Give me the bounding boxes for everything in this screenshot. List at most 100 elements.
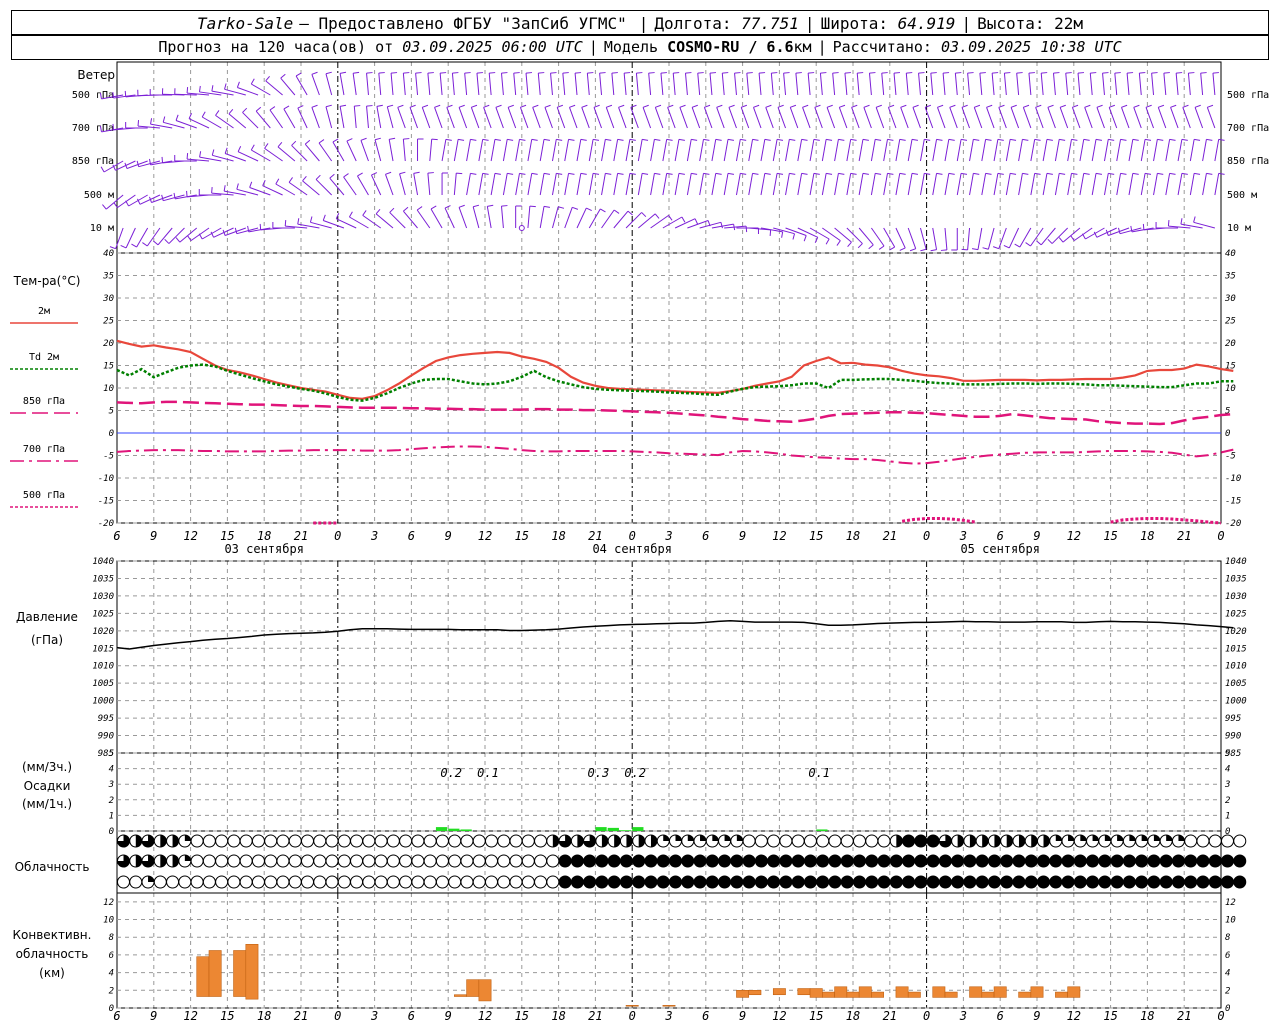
- wind-barb-flag: [974, 104, 981, 108]
- wind-barb-flag: [752, 138, 759, 141]
- time-tick-label: 21: [294, 529, 308, 543]
- wind-barb: [883, 227, 896, 248]
- convective-bar: [736, 990, 750, 998]
- cloud-symbol: [632, 854, 646, 868]
- wind-barb: [1206, 107, 1216, 129]
- time-tick-label: 21: [1177, 529, 1191, 543]
- wind-barb-flag: [971, 248, 979, 251]
- cloud-symbol: [399, 854, 413, 868]
- cloud-symbol: [497, 854, 511, 868]
- precip-bar: [632, 827, 644, 831]
- cloud-symbol: [583, 875, 597, 889]
- convective-bar: [871, 991, 884, 998]
- wind-barb-flag: [403, 72, 410, 74]
- wind-barb: [1177, 173, 1183, 196]
- cloud-symbol: [669, 875, 682, 889]
- cloud-symbol: [1073, 854, 1087, 868]
- cloud-symbol: [190, 854, 204, 868]
- time-tick-label: 12: [1067, 529, 1081, 543]
- wind-barb: [1079, 173, 1085, 196]
- time-tick-label: 6: [997, 1009, 1004, 1023]
- cloud-symbol: [399, 875, 413, 889]
- wind-barb-flag: [986, 104, 993, 108]
- wind-barb-flag: [1194, 172, 1201, 175]
- cloud-symbol: [816, 854, 830, 868]
- cloud-symbol-fill: [687, 835, 694, 841]
- time-tick-label: 6: [997, 529, 1004, 543]
- cloud-symbol: [791, 875, 805, 889]
- wind-barb: [1157, 107, 1167, 129]
- wind-barb-flag: [161, 156, 164, 163]
- cloud-symbol: [1159, 854, 1173, 868]
- y-tick-label: -10: [98, 474, 114, 484]
- y-tick-label: 4: [109, 969, 114, 979]
- wind-barb-flag: [311, 71, 318, 75]
- wind-barb: [760, 139, 766, 162]
- wind-barb: [944, 139, 950, 162]
- cloud-symbol: [386, 875, 400, 889]
- wind-barb-flag: [1182, 104, 1189, 108]
- time-tick-label: 18: [551, 1009, 565, 1023]
- cloud-symbol: [742, 834, 756, 848]
- wind-barb: [930, 73, 934, 96]
- convective-bar: [797, 988, 811, 996]
- wind-barb: [1145, 107, 1155, 129]
- cloud-symbol-fill: [1104, 835, 1111, 841]
- cloud-symbol: [1233, 875, 1247, 889]
- cloud-symbol: [877, 834, 891, 848]
- wind-barb: [277, 146, 296, 162]
- wind-barb: [838, 107, 848, 129]
- cloud-symbol: [337, 834, 351, 848]
- cloud-symbol: [350, 875, 364, 889]
- wind-barb: [325, 106, 333, 129]
- wind-barb-flag: [250, 78, 255, 85]
- wind-barb-flag: [920, 248, 927, 252]
- wind-barb-flag: [1194, 138, 1201, 141]
- wind-barb: [969, 139, 974, 162]
- wind-barb-flag: [617, 138, 624, 141]
- wind-barb: [488, 73, 492, 96]
- cloud-symbol: [1012, 875, 1026, 889]
- wind-barb-flag: [600, 208, 606, 213]
- wind-barb: [672, 73, 676, 96]
- convective-bar: [466, 979, 480, 997]
- wind-barb-flag: [568, 172, 575, 175]
- wind-barb-flag: [1127, 72, 1134, 74]
- wind-barb: [954, 73, 958, 96]
- wind-barb: [1028, 73, 1032, 96]
- cloud-symbol: [509, 834, 523, 848]
- wind-barb-flag: [1010, 104, 1017, 108]
- cloud-symbol: [865, 854, 879, 868]
- wind-barb-flag: [269, 106, 276, 111]
- cloud-symbol: [448, 834, 462, 848]
- cloud-symbol: [767, 834, 781, 848]
- wind-barb: [1022, 107, 1032, 129]
- cloud-symbol-fill: [148, 876, 155, 882]
- cloud-symbol: [1208, 854, 1222, 868]
- wind-barb-flag: [924, 172, 931, 175]
- wind-barb-flag: [985, 138, 992, 141]
- wind-barb-flag: [857, 72, 864, 74]
- y-tick-label: -20: [98, 519, 114, 529]
- cloud-symbol: [485, 854, 498, 868]
- wind-barb-flag: [501, 205, 508, 207]
- y-tick-label: -15: [98, 497, 114, 507]
- y-tick-label: 40: [1225, 249, 1236, 259]
- wind-barb-flag: [679, 104, 686, 108]
- wind-barb: [650, 173, 655, 196]
- cloud-symbol-fill: [982, 835, 989, 847]
- wind-barb-flag: [838, 172, 845, 175]
- wind-barb: [711, 173, 717, 196]
- wind-barb: [574, 73, 578, 96]
- wind-barb: [809, 173, 815, 196]
- wind-barb-flag: [825, 238, 830, 245]
- cloud-symbol-fill: [675, 835, 682, 841]
- wind-barb: [919, 173, 925, 196]
- wind-barb-flag: [556, 138, 563, 141]
- cloud-symbol: [558, 854, 572, 868]
- wind-barb: [735, 173, 741, 196]
- time-tick-label: 9: [445, 1009, 452, 1023]
- wind-barb-flag: [961, 104, 968, 108]
- y-tick-label: 12: [103, 898, 114, 908]
- time-tick-label: 6: [113, 1009, 120, 1023]
